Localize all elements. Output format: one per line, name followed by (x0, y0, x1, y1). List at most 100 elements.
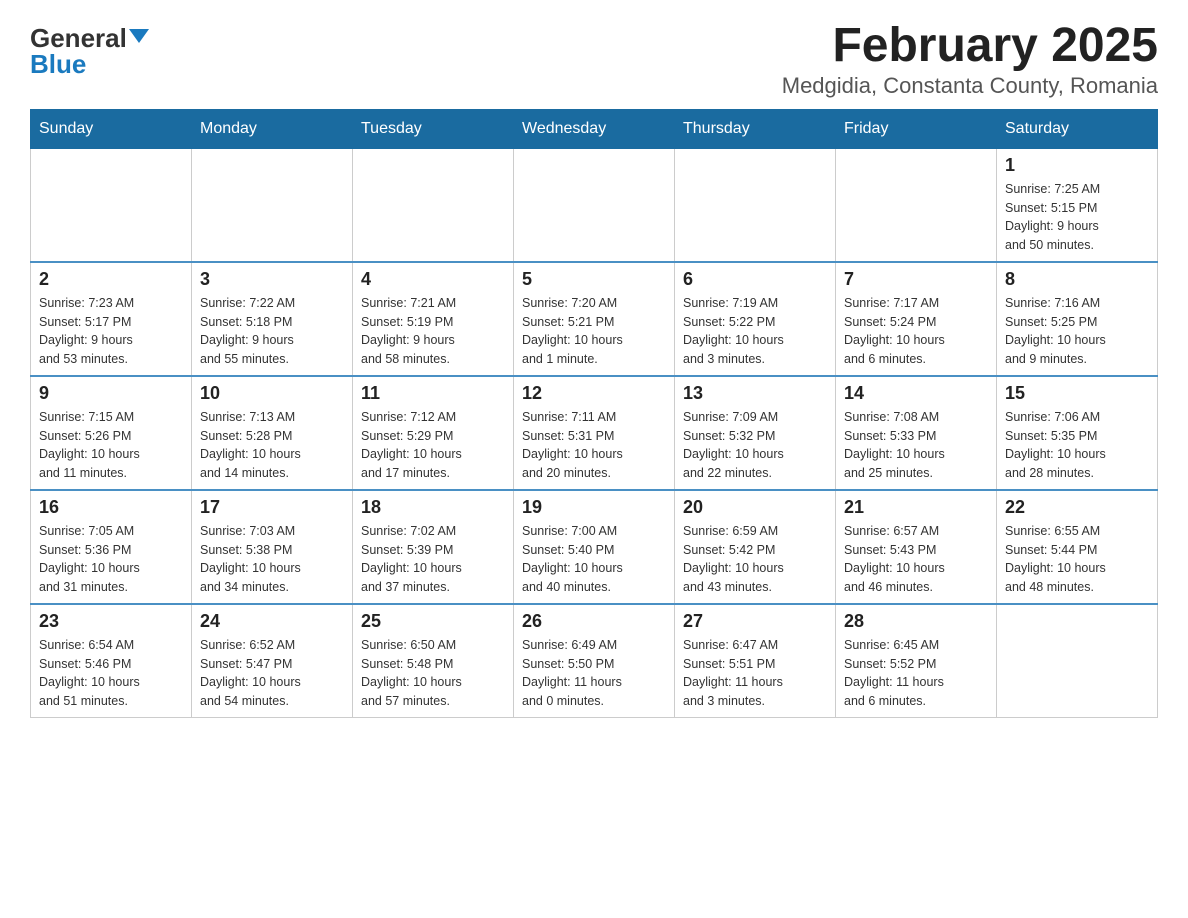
day-info: Sunrise: 6:47 AM Sunset: 5:51 PM Dayligh… (683, 636, 827, 711)
day-number: 24 (200, 611, 344, 632)
day-info: Sunrise: 7:12 AM Sunset: 5:29 PM Dayligh… (361, 408, 505, 483)
day-number: 11 (361, 383, 505, 404)
day-info: Sunrise: 7:23 AM Sunset: 5:17 PM Dayligh… (39, 294, 183, 369)
calendar-cell (514, 148, 675, 262)
calendar-cell: 20Sunrise: 6:59 AM Sunset: 5:42 PM Dayli… (675, 490, 836, 604)
day-info: Sunrise: 6:49 AM Sunset: 5:50 PM Dayligh… (522, 636, 666, 711)
logo-general-text: General (30, 25, 127, 51)
calendar-cell: 3 Sunrise: 7:22 AM Sunset: 5:18 PM Daylig… (192, 262, 353, 376)
day-number: 22 (1005, 497, 1149, 518)
calendar-cell: 9 Sunrise: 7:15 AM Sunset: 5:26 PM Daylig… (31, 376, 192, 490)
column-header-thursday: Thursday (675, 109, 836, 148)
calendar-cell: 23 Sunrise: 6:54 AM Sunset: 5:46 PM Dayli… (31, 604, 192, 718)
week-row-5: 23 Sunrise: 6:54 AM Sunset: 5:46 PM Dayli… (31, 604, 1158, 718)
calendar-cell: 12 Sunrise: 7:11 AM Sunset: 5:31 PM Dayli… (514, 376, 675, 490)
day-info: Sunrise: 7:11 AM Sunset: 5:31 PM Dayligh… (522, 408, 666, 483)
calendar-cell: 7 Sunrise: 7:17 AM Sunset: 5:24 PM Daylig… (836, 262, 997, 376)
calendar-cell: 22 Sunrise: 6:55 AM Sunset: 5:44 PM Dayli… (997, 490, 1158, 604)
day-info: Sunrise: 6:52 AM Sunset: 5:47 PM Dayligh… (200, 636, 344, 711)
calendar-cell: 11 Sunrise: 7:12 AM Sunset: 5:29 PM Dayli… (353, 376, 514, 490)
day-number: 18 (361, 497, 505, 518)
day-number: 21 (844, 497, 988, 518)
calendar-cell: 8 Sunrise: 7:16 AM Sunset: 5:25 PM Daylig… (997, 262, 1158, 376)
day-info: Sunrise: 7:15 AM Sunset: 5:26 PM Dayligh… (39, 408, 183, 483)
calendar-cell (31, 148, 192, 262)
day-info: Sunrise: 7:19 AM Sunset: 5:22 PM Dayligh… (683, 294, 827, 369)
day-number: 1 (1005, 155, 1149, 176)
calendar-cell (675, 148, 836, 262)
calendar-cell: 16 Sunrise: 7:05 AM Sunset: 5:36 PM Dayli… (31, 490, 192, 604)
day-number: 5 (522, 269, 666, 290)
calendar-cell: 24 Sunrise: 6:52 AM Sunset: 5:47 PM Dayli… (192, 604, 353, 718)
day-info: Sunrise: 7:06 AM Sunset: 5:35 PM Dayligh… (1005, 408, 1149, 483)
day-number: 15 (1005, 383, 1149, 404)
page-header: General Blue February 2025 Medgidia, Con… (30, 20, 1158, 99)
day-number: 19 (522, 497, 666, 518)
calendar-cell: 5 Sunrise: 7:20 AM Sunset: 5:21 PM Daylig… (514, 262, 675, 376)
day-number: 6 (683, 269, 827, 290)
week-row-4: 16 Sunrise: 7:05 AM Sunset: 5:36 PM Dayli… (31, 490, 1158, 604)
day-info: Sunrise: 6:45 AM Sunset: 5:52 PM Dayligh… (844, 636, 988, 711)
column-header-sunday: Sunday (31, 109, 192, 148)
day-number: 10 (200, 383, 344, 404)
logo-arrow-icon (129, 29, 149, 43)
column-header-tuesday: Tuesday (353, 109, 514, 148)
day-number: 23 (39, 611, 183, 632)
day-info: Sunrise: 7:00 AM Sunset: 5:40 PM Dayligh… (522, 522, 666, 597)
day-info: Sunrise: 6:50 AM Sunset: 5:48 PM Dayligh… (361, 636, 505, 711)
day-info: Sunrise: 6:55 AM Sunset: 5:44 PM Dayligh… (1005, 522, 1149, 597)
calendar-cell: 6 Sunrise: 7:19 AM Sunset: 5:22 PM Daylig… (675, 262, 836, 376)
day-number: 4 (361, 269, 505, 290)
calendar-title: February 2025 (782, 20, 1158, 73)
day-info: Sunrise: 7:25 AM Sunset: 5:15 PM Dayligh… (1005, 180, 1149, 255)
calendar-cell: 4 Sunrise: 7:21 AM Sunset: 5:19 PM Daylig… (353, 262, 514, 376)
day-number: 20 (683, 497, 827, 518)
day-number: 8 (1005, 269, 1149, 290)
day-number: 27 (683, 611, 827, 632)
day-info: Sunrise: 7:13 AM Sunset: 5:28 PM Dayligh… (200, 408, 344, 483)
column-header-monday: Monday (192, 109, 353, 148)
calendar-cell: 2Sunrise: 7:23 AM Sunset: 5:17 PM Daylig… (31, 262, 192, 376)
calendar-cell: 25 Sunrise: 6:50 AM Sunset: 5:48 PM Dayli… (353, 604, 514, 718)
calendar-header-row: SundayMondayTuesdayWednesdayThursdayFrid… (31, 109, 1158, 148)
day-info: Sunrise: 7:22 AM Sunset: 5:18 PM Dayligh… (200, 294, 344, 369)
column-header-wednesday: Wednesday (514, 109, 675, 148)
calendar-cell: 21 Sunrise: 6:57 AM Sunset: 5:43 PM Dayli… (836, 490, 997, 604)
day-info: Sunrise: 7:08 AM Sunset: 5:33 PM Dayligh… (844, 408, 988, 483)
calendar-cell: 27 Sunrise: 6:47 AM Sunset: 5:51 PM Dayli… (675, 604, 836, 718)
calendar-cell (997, 604, 1158, 718)
day-info: Sunrise: 7:16 AM Sunset: 5:25 PM Dayligh… (1005, 294, 1149, 369)
calendar-cell: 14Sunrise: 7:08 AM Sunset: 5:33 PM Dayli… (836, 376, 997, 490)
day-number: 28 (844, 611, 988, 632)
day-number: 12 (522, 383, 666, 404)
calendar-table: SundayMondayTuesdayWednesdayThursdayFrid… (30, 109, 1158, 718)
day-number: 13 (683, 383, 827, 404)
day-info: Sunrise: 6:54 AM Sunset: 5:46 PM Dayligh… (39, 636, 183, 711)
week-row-1: 1 Sunrise: 7:25 AM Sunset: 5:15 PM Daylig… (31, 148, 1158, 262)
column-header-friday: Friday (836, 109, 997, 148)
day-info: Sunrise: 7:17 AM Sunset: 5:24 PM Dayligh… (844, 294, 988, 369)
day-info: Sunrise: 7:03 AM Sunset: 5:38 PM Dayligh… (200, 522, 344, 597)
day-number: 9 (39, 383, 183, 404)
calendar-cell (836, 148, 997, 262)
day-number: 3 (200, 269, 344, 290)
calendar-cell: 15 Sunrise: 7:06 AM Sunset: 5:35 PM Dayli… (997, 376, 1158, 490)
day-info: Sunrise: 7:09 AM Sunset: 5:32 PM Dayligh… (683, 408, 827, 483)
calendar-cell: 19 Sunrise: 7:00 AM Sunset: 5:40 PM Dayli… (514, 490, 675, 604)
day-info: Sunrise: 7:02 AM Sunset: 5:39 PM Dayligh… (361, 522, 505, 597)
day-info: Sunrise: 7:21 AM Sunset: 5:19 PM Dayligh… (361, 294, 505, 369)
title-block: February 2025 Medgidia, Constanta County… (782, 20, 1158, 99)
day-number: 26 (522, 611, 666, 632)
day-info: Sunrise: 6:57 AM Sunset: 5:43 PM Dayligh… (844, 522, 988, 597)
logo: General Blue (30, 20, 149, 77)
day-info: Sunrise: 7:20 AM Sunset: 5:21 PM Dayligh… (522, 294, 666, 369)
day-number: 7 (844, 269, 988, 290)
calendar-cell: 17Sunrise: 7:03 AM Sunset: 5:38 PM Dayli… (192, 490, 353, 604)
calendar-cell (353, 148, 514, 262)
calendar-cell: 28 Sunrise: 6:45 AM Sunset: 5:52 PM Dayli… (836, 604, 997, 718)
day-number: 25 (361, 611, 505, 632)
calendar-cell: 13 Sunrise: 7:09 AM Sunset: 5:32 PM Dayli… (675, 376, 836, 490)
day-info: Sunrise: 7:05 AM Sunset: 5:36 PM Dayligh… (39, 522, 183, 597)
week-row-2: 2Sunrise: 7:23 AM Sunset: 5:17 PM Daylig… (31, 262, 1158, 376)
day-number: 16 (39, 497, 183, 518)
